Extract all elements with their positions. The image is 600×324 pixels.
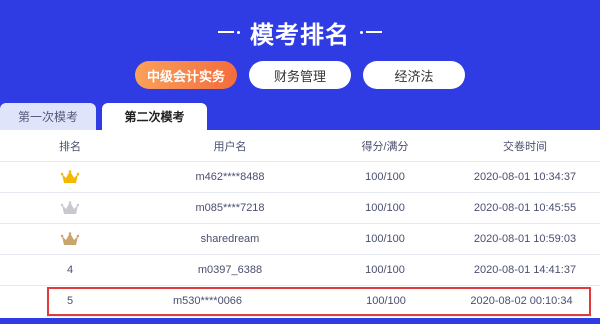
category-button-financial-management[interactable]: 财务管理 [249,61,351,89]
gold-crown-icon [0,169,140,185]
table-row: 4 m0397_6388 100/100 2020-08-01 14:41:37 [0,255,600,286]
time-cell: 2020-08-01 10:59:03 [473,233,577,245]
rank-cell: 5 [66,295,74,307]
category-button-intermediate-accounting[interactable]: 中级会计实务 [135,61,237,89]
score-cell: 100/100 [366,295,406,307]
category-selector: 中级会计实务 财务管理 经济法 [0,61,600,89]
table-row: m085****7218 100/100 2020-08-01 10:45:55 [0,193,600,224]
table-row: m462****8488 100/100 2020-08-01 10:34:37 [0,162,600,193]
username-cell: m462****8488 [195,171,265,183]
column-header-score: 得分/满分 [361,140,409,153]
column-header-rank: 排名 [59,140,81,153]
page-header: 模考排名 [0,14,600,50]
score-cell: 100/100 [365,171,405,183]
bronze-crown-icon [0,231,140,247]
column-header-username: 用户名 [213,140,247,153]
rank-cell: 4 [66,264,74,276]
score-cell: 100/100 [365,264,405,276]
score-cell: 100/100 [365,202,405,214]
silver-crown-icon [0,200,140,216]
bottom-edge [0,318,600,324]
username-cell: sharedream [200,233,260,245]
table-header: 排名 用户名 得分/满分 交卷时间 [0,130,600,162]
title-decoration-right [360,30,382,34]
category-button-economic-law[interactable]: 经济法 [363,61,465,89]
tab-first-mock-exam[interactable]: 第一次模考 [0,103,96,130]
page-title: 模考排名 [250,21,350,49]
exam-tabs: 第一次模考 第二次模考 [0,103,207,130]
username-cell: m085****7218 [195,202,265,214]
ranking-table: 排名 用户名 得分/满分 交卷时间 m462****8488 100/100 2… [0,130,600,324]
time-cell: 2020-08-01 14:41:37 [473,264,577,276]
score-cell: 100/100 [365,233,405,245]
username-cell: m0397_6388 [197,264,263,276]
title-decoration-left [218,30,240,34]
column-header-submit-time: 交卷时间 [503,140,547,153]
table-row-highlighted: 5 m530****0066 100/100 2020-08-02 00:10:… [46,286,592,317]
tab-second-mock-exam[interactable]: 第二次模考 [102,103,207,130]
time-cell: 2020-08-01 10:34:37 [473,171,577,183]
username-cell: m530****0066 [172,295,243,307]
time-cell: 2020-08-02 00:10:34 [470,295,573,307]
table-row: sharedream 100/100 2020-08-01 10:59:03 [0,224,600,255]
time-cell: 2020-08-01 10:45:55 [473,202,577,214]
